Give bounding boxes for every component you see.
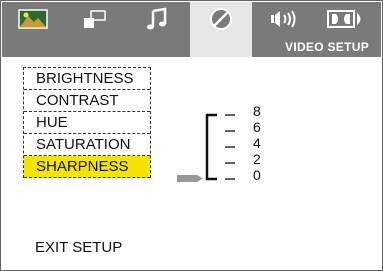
tab-preference-setup[interactable] bbox=[254, 2, 316, 36]
setup-screen: VIDEO SETUP BRIGHTNESS CONTRAST HUE SATU… bbox=[0, 0, 383, 271]
scale-label-2: 2 bbox=[253, 151, 261, 167]
speaker-icon bbox=[84, 10, 106, 28]
scale-label-8: 8 bbox=[253, 103, 261, 119]
menu-item-hue[interactable]: HUE bbox=[24, 112, 150, 134]
page-title: VIDEO SETUP bbox=[285, 40, 369, 54]
landscape-photo-icon bbox=[18, 9, 48, 29]
scale-bracket-graphic bbox=[177, 113, 235, 182]
sharpness-scale[interactable]: 8 6 4 2 0 bbox=[177, 103, 297, 183]
menu-item-brightness[interactable]: BRIGHTNESS bbox=[24, 68, 150, 90]
menu-item-saturation[interactable]: SATURATION bbox=[24, 134, 150, 156]
tab-speaker-setup[interactable] bbox=[64, 2, 126, 36]
tab-video-setup[interactable] bbox=[190, 2, 252, 57]
tab-dolby-setup[interactable] bbox=[316, 2, 378, 36]
circle-slash-icon bbox=[210, 8, 232, 30]
tab-general-setup[interactable] bbox=[2, 2, 64, 36]
menu-item-sharpness[interactable]: SHARPNESS bbox=[24, 156, 150, 178]
scale-pointer-arrow bbox=[177, 175, 203, 182]
dolby-icon bbox=[327, 10, 361, 28]
menu-item-contrast[interactable]: CONTRAST bbox=[24, 90, 150, 112]
scale-label-6: 6 bbox=[253, 119, 261, 135]
music-note-icon bbox=[147, 7, 167, 30]
exit-setup-button[interactable]: EXIT SETUP bbox=[35, 239, 122, 256]
video-setup-menu: BRIGHTNESS CONTRAST HUE SATURATION SHARP… bbox=[23, 67, 151, 178]
tab-audio-setup[interactable] bbox=[126, 2, 188, 36]
scale-label-4: 4 bbox=[253, 135, 261, 151]
audio-waves-icon bbox=[271, 10, 296, 28]
setup-tab-bar: VIDEO SETUP bbox=[2, 2, 381, 57]
scale-label-0: 0 bbox=[253, 167, 261, 183]
